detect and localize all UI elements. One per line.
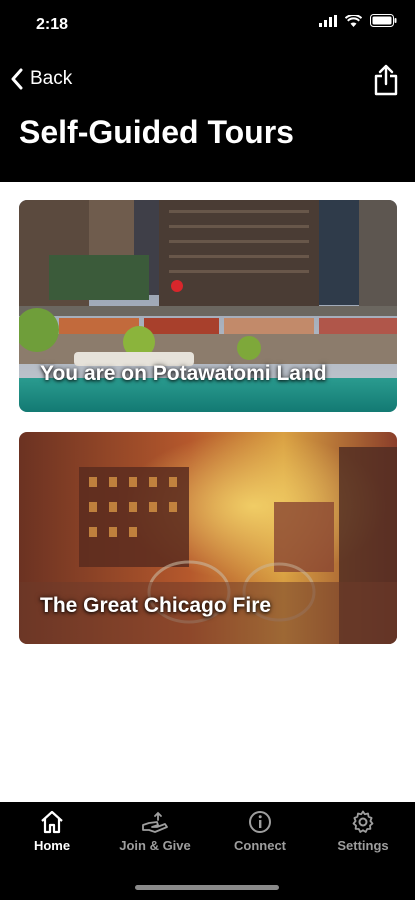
home-indicator [135,885,279,890]
tab-connect[interactable]: Connect [220,810,300,853]
share-button[interactable] [373,64,399,101]
back-button[interactable]: Back [10,68,72,90]
status-icons [319,14,397,27]
tour-title: You are on Potawatomi Land [40,362,327,385]
tour-title: The Great Chicago Fire [40,594,272,617]
hand-give-icon [142,811,168,833]
status-time: 2:18 [36,16,69,33]
battery-icon [370,14,397,27]
wifi-icon [345,14,362,27]
signal-icon [319,14,337,27]
tab-label: Join & Give [119,838,191,853]
info-icon [249,811,271,833]
tab-label: Home [33,838,71,853]
page-title: Self-Guided Tours [19,114,294,150]
tab-join-give[interactable]: Join & Give [115,810,195,853]
tab-label: Connect [234,838,286,853]
tab-home[interactable]: Home [12,810,92,853]
home-icon [41,810,63,834]
gear-icon [352,810,374,833]
tab-settings[interactable]: Settings [323,810,403,853]
share-icon [374,64,398,96]
back-label: Back [30,68,73,89]
top-bar: 2:18 Back Self-Guided Tours [0,0,415,182]
tab-label: Settings [337,838,389,853]
chevron-left-icon [11,68,23,90]
tour-card-great-chicago-fire[interactable]: The Great Chicago Fire [19,432,397,644]
tour-card-potawatomi[interactable]: You are on Potawatomi Land [19,200,397,412]
